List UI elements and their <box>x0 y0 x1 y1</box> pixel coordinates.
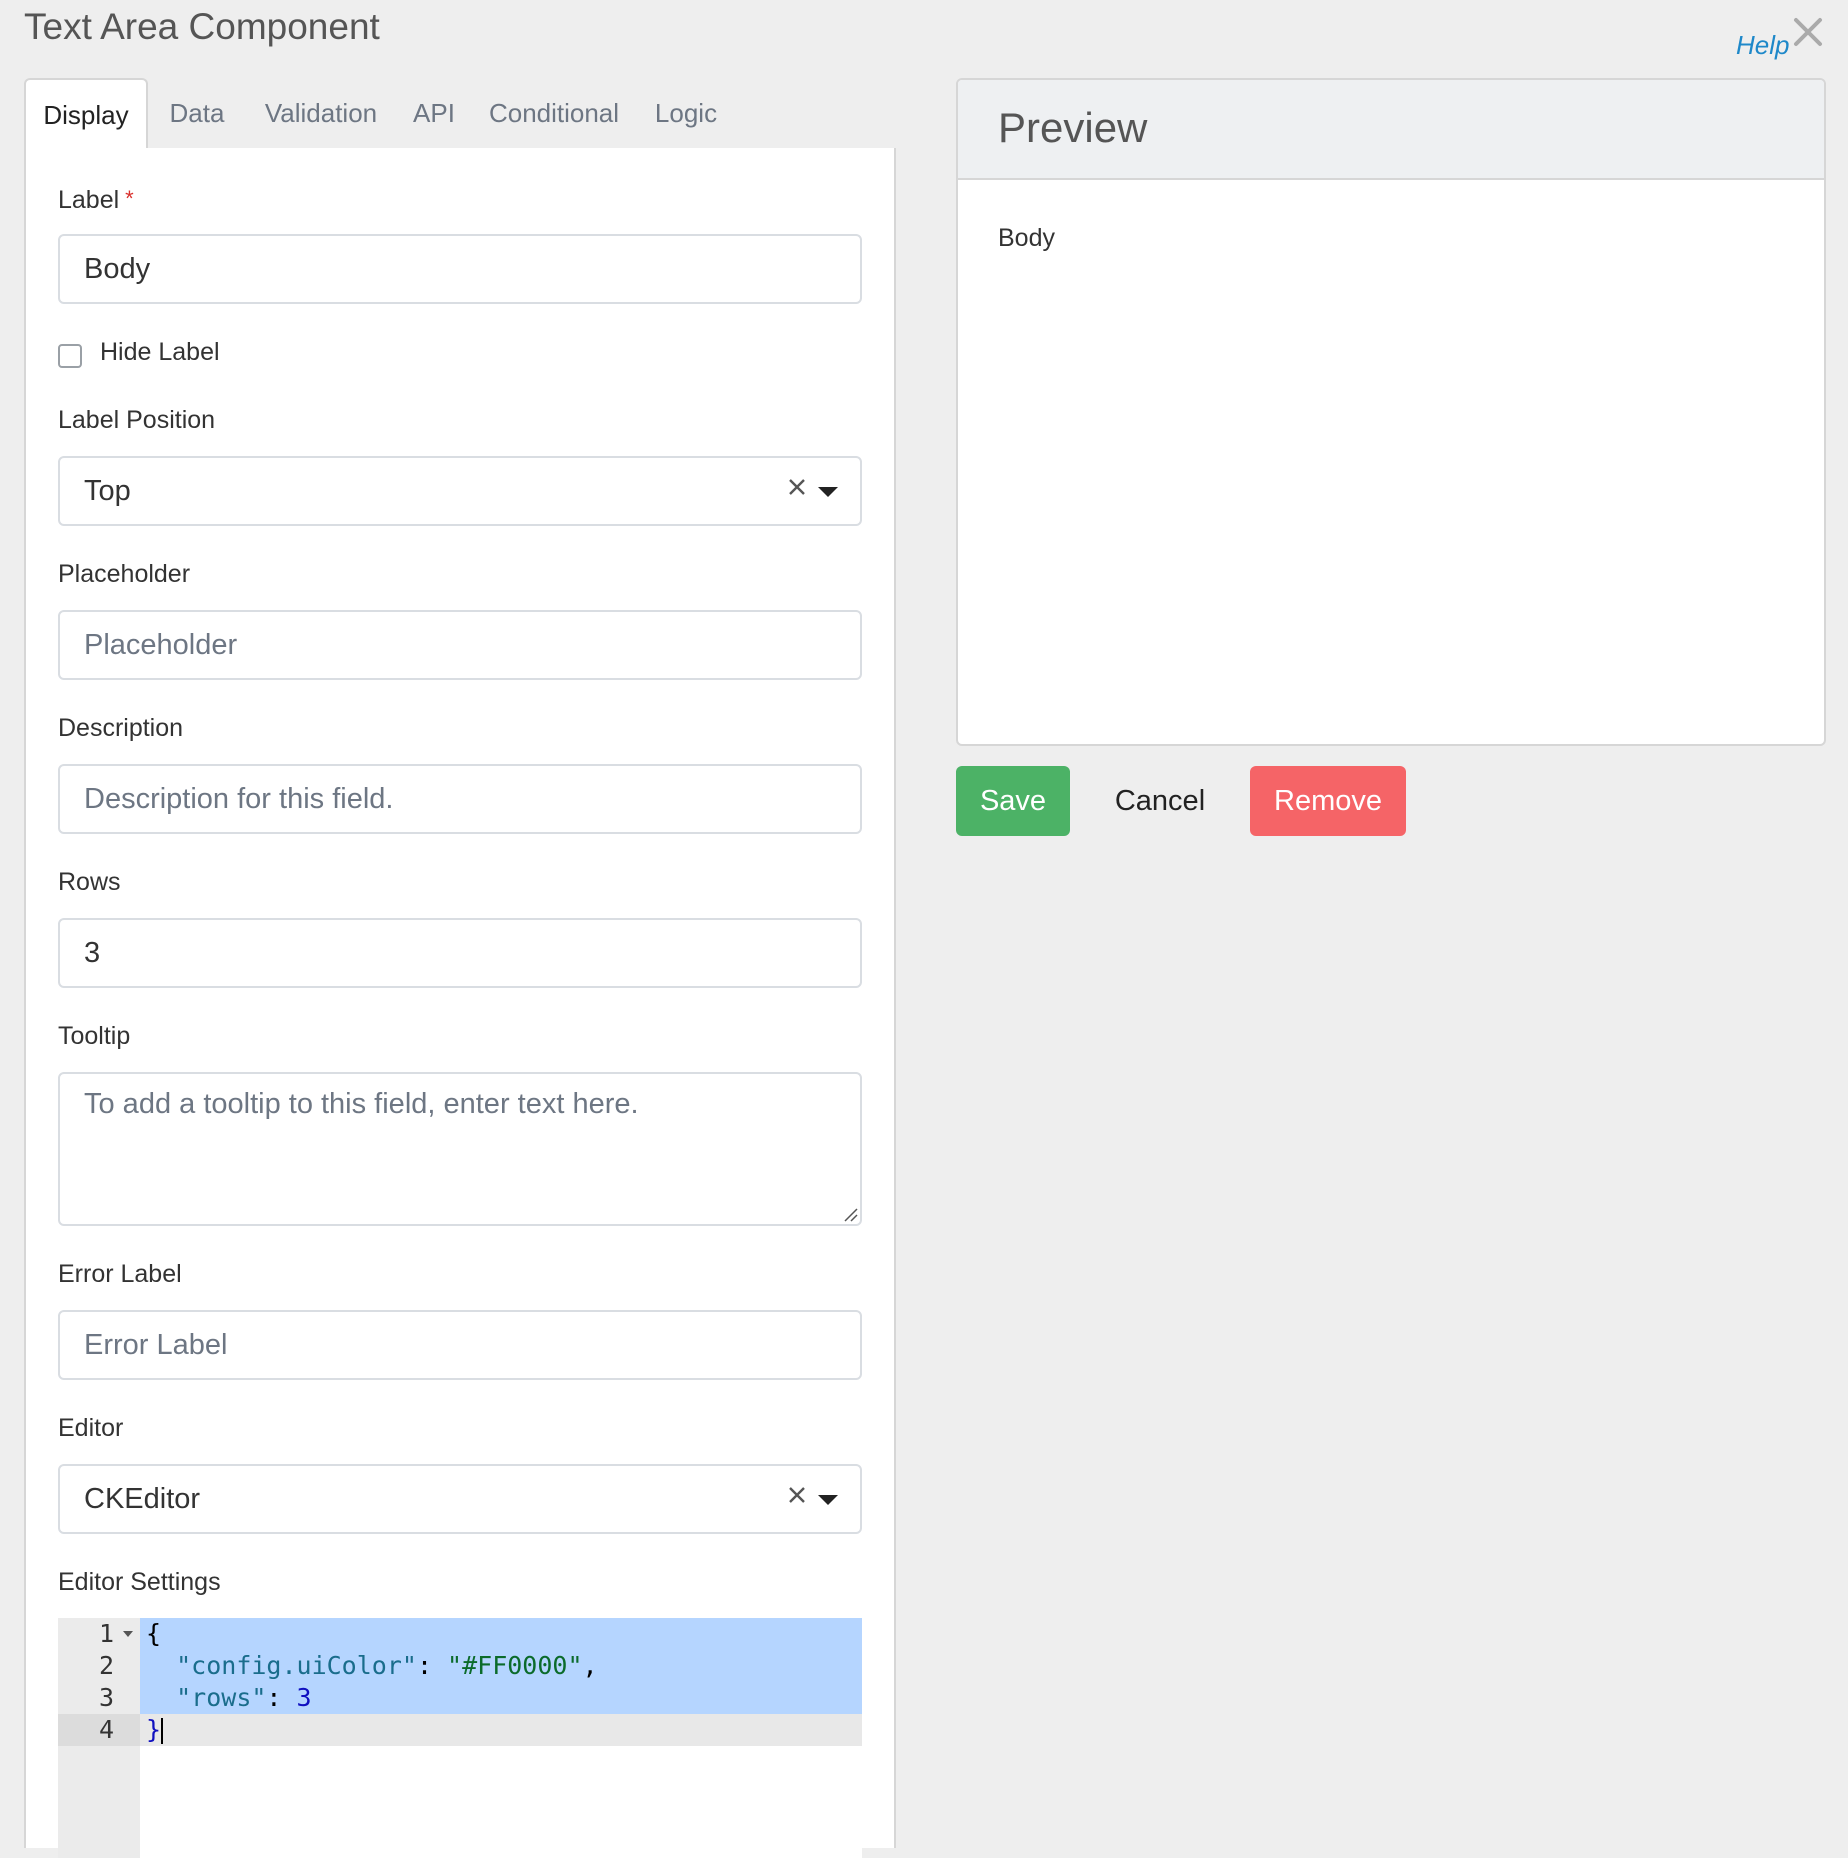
line-number: 4 <box>98 1715 114 1744</box>
error-label-caption: Error Label <box>58 1260 182 1288</box>
placeholder-input[interactable]: Placeholder <box>58 610 862 680</box>
help-link[interactable]: Help <box>1736 30 1789 61</box>
dialog-title: Text Area Component <box>24 6 380 47</box>
code-line: 4 } <box>58 1714 862 1746</box>
chevron-down-icon[interactable] <box>818 487 838 497</box>
tab-data[interactable]: Data <box>148 78 246 150</box>
save-button[interactable]: Save <box>956 766 1070 836</box>
chevron-down-icon[interactable] <box>818 1495 838 1505</box>
remove-button[interactable]: Remove <box>1250 766 1406 836</box>
tab-validation[interactable]: Validation <box>246 78 396 150</box>
preview-panel: Preview Body <box>956 78 1826 746</box>
description-input[interactable]: Description for this field. <box>58 764 862 834</box>
line-number: 3 <box>98 1683 114 1712</box>
label-position-caption: Label Position <box>58 406 216 434</box>
clear-icon[interactable] <box>786 476 808 498</box>
tooltip-textarea[interactable]: To add a tooltip to this field, enter te… <box>58 1072 862 1226</box>
placeholder-caption: Placeholder <box>58 560 191 588</box>
label-input[interactable]: Body <box>58 234 862 304</box>
tab-display[interactable]: Display <box>24 78 148 152</box>
error-label-input[interactable]: Error Label <box>58 1310 862 1380</box>
code-text: "config.uiColor": "#FF0000", <box>146 1650 598 1682</box>
settings-tabs: Display Data Validation API Conditional … <box>24 78 896 152</box>
editor-select[interactable]: CKEditor <box>58 1464 862 1534</box>
resize-handle-icon[interactable] <box>842 1206 858 1222</box>
preview-field-label: Body <box>998 224 1055 252</box>
hide-label-caption: Hide Label <box>100 338 220 366</box>
fold-arrow-icon[interactable] <box>122 1618 134 1650</box>
tab-api[interactable]: API <box>396 78 472 150</box>
required-marker: * <box>125 186 134 211</box>
hide-label-checkbox[interactable] <box>58 344 82 368</box>
editor-settings-caption: Editor Settings <box>58 1568 221 1596</box>
code-line: 1 { <box>58 1618 862 1650</box>
json-comma: , <box>582 1651 598 1680</box>
json-string: "#FF0000" <box>447 1651 583 1680</box>
code-line: 2 "config.uiColor": "#FF0000", <box>58 1650 862 1682</box>
close-icon[interactable] <box>1790 14 1826 50</box>
label-position-value: Top <box>84 475 131 507</box>
tooltip-caption: Tooltip <box>58 1022 131 1050</box>
json-separator: : <box>266 1683 297 1712</box>
code-text: } <box>146 1715 164 1744</box>
tab-conditional[interactable]: Conditional <box>472 78 636 150</box>
clear-icon[interactable] <box>786 1484 808 1506</box>
tooltip-placeholder: To add a tooltip to this field, enter te… <box>84 1088 639 1120</box>
code-text: "rows": 3 <box>146 1682 312 1714</box>
line-number: 1 <box>98 1619 114 1648</box>
display-settings-panel: Label * Body Hide Label Label Position To… <box>24 148 896 1858</box>
editor-value: CKEditor <box>84 1483 201 1515</box>
label-field-caption: Label * <box>58 186 134 214</box>
json-separator: : <box>416 1651 448 1680</box>
tab-logic[interactable]: Logic <box>636 78 736 150</box>
json-key: "config.uiColor" <box>176 1651 417 1680</box>
description-caption: Description <box>58 714 184 742</box>
code-text: { <box>146 1619 162 1648</box>
label-position-select[interactable]: Top <box>58 456 862 526</box>
rows-caption: Rows <box>58 868 121 896</box>
code-line: 3 "rows": 3 <box>58 1682 862 1714</box>
json-number: 3 <box>296 1683 312 1712</box>
line-number: 2 <box>98 1651 114 1680</box>
editor-caption: Editor <box>58 1414 124 1442</box>
json-key: "rows" <box>176 1683 267 1712</box>
preview-title: Preview <box>998 104 1148 151</box>
cancel-button[interactable]: Cancel <box>1090 766 1230 836</box>
text-cursor <box>161 1718 164 1744</box>
rows-input[interactable]: 3 <box>58 918 862 988</box>
editor-settings-code-editor[interactable]: 1 { 2 "config.uiColor": "#FF0000", 3 "ro… <box>58 1618 862 1858</box>
